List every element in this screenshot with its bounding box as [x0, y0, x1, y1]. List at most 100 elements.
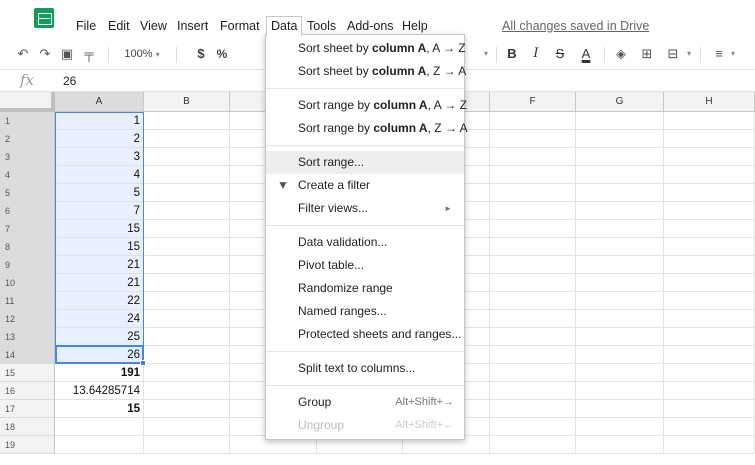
cell-f8[interactable]: [490, 238, 576, 256]
strikethrough-button[interactable]: S: [552, 38, 568, 70]
cell-h16[interactable]: [664, 382, 755, 400]
formula-input[interactable]: 26: [63, 74, 76, 88]
cell-b6[interactable]: [144, 202, 230, 220]
cell-b2[interactable]: [144, 130, 230, 148]
named-ranges-item[interactable]: Named ranges...: [266, 300, 464, 323]
row-header[interactable]: 4: [0, 166, 55, 184]
cell-a3[interactable]: 3: [55, 148, 144, 166]
cell-f15[interactable]: [490, 364, 576, 382]
cell-g11[interactable]: [576, 292, 664, 310]
cell-a1[interactable]: 1: [55, 112, 144, 130]
italic-button[interactable]: I: [528, 38, 544, 70]
menu-file[interactable]: File: [72, 16, 100, 36]
row-header[interactable]: 17: [0, 400, 55, 418]
cell-h1[interactable]: [664, 112, 755, 130]
group-item[interactable]: Group Alt+Shift+→: [266, 391, 464, 414]
pivot-table-item[interactable]: Pivot table...: [266, 254, 464, 277]
cell-g10[interactable]: [576, 274, 664, 292]
cell-g17[interactable]: [576, 400, 664, 418]
cell-a6[interactable]: 7: [55, 202, 144, 220]
merge-cells-icon[interactable]: ⊟: [664, 38, 682, 70]
redo-icon[interactable]: ↷: [36, 38, 54, 70]
cell-h18[interactable]: [664, 418, 755, 436]
row-header[interactable]: 14: [0, 346, 55, 364]
merge-chevron-icon[interactable]: ▾: [684, 38, 694, 70]
cell-h7[interactable]: [664, 220, 755, 238]
cell-g8[interactable]: [576, 238, 664, 256]
zoom-select[interactable]: 100% ▾: [120, 38, 164, 70]
row-header[interactable]: 2: [0, 130, 55, 148]
row-header[interactable]: 1: [0, 112, 55, 130]
cell-f3[interactable]: [490, 148, 576, 166]
cell-b3[interactable]: [144, 148, 230, 166]
sort-range-item[interactable]: Sort range...: [266, 151, 464, 174]
cell-h5[interactable]: [664, 184, 755, 202]
cell-a17[interactable]: 15: [55, 400, 144, 418]
cell-h6[interactable]: [664, 202, 755, 220]
cell-f19[interactable]: [490, 436, 576, 454]
row-header[interactable]: 8: [0, 238, 55, 256]
horizontal-align-icon[interactable]: ≡: [710, 38, 728, 70]
cell-g19[interactable]: [576, 436, 664, 454]
cell-h12[interactable]: [664, 310, 755, 328]
data-validation-item[interactable]: Data validation...: [266, 231, 464, 254]
cell-g7[interactable]: [576, 220, 664, 238]
cell-a10[interactable]: 21: [55, 274, 144, 292]
sort-range-za-item[interactable]: Sort range by column A, Z → A: [266, 117, 468, 140]
cell-h8[interactable]: [664, 238, 755, 256]
cell-a9[interactable]: 21: [55, 256, 144, 274]
sort-sheet-za-item[interactable]: Sort sheet by column A, Z → A: [266, 60, 466, 83]
cell-g15[interactable]: [576, 364, 664, 382]
cell-f9[interactable]: [490, 256, 576, 274]
row-header[interactable]: 16: [0, 382, 55, 400]
cell-g16[interactable]: [576, 382, 664, 400]
cell-f1[interactable]: [490, 112, 576, 130]
cell-g13[interactable]: [576, 328, 664, 346]
select-all-corner[interactable]: [0, 92, 55, 112]
currency-format-button[interactable]: $: [194, 38, 208, 70]
cell-a18[interactable]: [55, 418, 144, 436]
cell-f7[interactable]: [490, 220, 576, 238]
cell-f17[interactable]: [490, 400, 576, 418]
column-header-b[interactable]: B: [144, 92, 230, 112]
row-header[interactable]: 10: [0, 274, 55, 292]
split-text-item[interactable]: Split text to columns...: [266, 357, 464, 380]
cell-b16[interactable]: [144, 382, 230, 400]
row-header[interactable]: 6: [0, 202, 55, 220]
cell-g14[interactable]: [576, 346, 664, 364]
cell-b12[interactable]: [144, 310, 230, 328]
cell-g6[interactable]: [576, 202, 664, 220]
column-header-h[interactable]: H: [664, 92, 755, 112]
row-header[interactable]: 11: [0, 292, 55, 310]
cell-h15[interactable]: [664, 364, 755, 382]
cell-a13[interactable]: 25: [55, 328, 144, 346]
cell-f12[interactable]: [490, 310, 576, 328]
cell-h4[interactable]: [664, 166, 755, 184]
menu-data[interactable]: Data: [266, 16, 303, 36]
cell-f13[interactable]: [490, 328, 576, 346]
row-header[interactable]: 3: [0, 148, 55, 166]
menu-view[interactable]: View: [136, 16, 171, 36]
row-header[interactable]: 12: [0, 310, 55, 328]
cell-b18[interactable]: [144, 418, 230, 436]
cell-b8[interactable]: [144, 238, 230, 256]
cell-b15[interactable]: [144, 364, 230, 382]
save-status[interactable]: All changes saved in Drive: [502, 16, 649, 36]
cell-b19[interactable]: [144, 436, 230, 454]
cell-h14[interactable]: [664, 346, 755, 364]
cell-a11[interactable]: 22: [55, 292, 144, 310]
cell-b10[interactable]: [144, 274, 230, 292]
cell-f4[interactable]: [490, 166, 576, 184]
cell-g12[interactable]: [576, 310, 664, 328]
menu-help[interactable]: Help: [398, 16, 432, 36]
sort-sheet-az-item[interactable]: Sort sheet by column A, A → Z: [266, 37, 466, 60]
font-size-chevron-icon[interactable]: ▾: [480, 38, 492, 70]
cell-f14[interactable]: [490, 346, 576, 364]
cell-b11[interactable]: [144, 292, 230, 310]
text-color-button[interactable]: A: [578, 38, 594, 70]
cell-f5[interactable]: [490, 184, 576, 202]
menu-addons[interactable]: Add-ons: [343, 16, 398, 36]
randomize-range-item[interactable]: Randomize range: [266, 277, 464, 300]
cell-g3[interactable]: [576, 148, 664, 166]
cell-a4[interactable]: 4: [55, 166, 144, 184]
